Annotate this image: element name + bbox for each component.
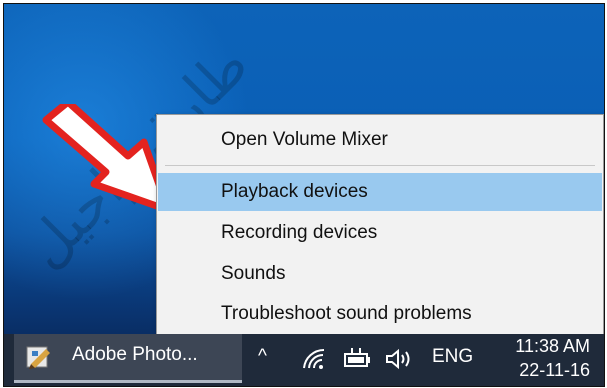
menu-item-open-volume-mixer[interactable]: Open Volume Mixer (158, 121, 602, 159)
screenshot-frame: طارق راجيل Open Volume Mixer Playback de… (3, 3, 605, 387)
taskbar-app-label: Adobe Photo... (72, 344, 198, 365)
menu-separator (165, 165, 595, 166)
context-menu: Open Volume Mixer Playback devices Recor… (156, 114, 604, 340)
menu-item-label: Playback devices (221, 181, 368, 202)
menu-item-troubleshoot[interactable]: Troubleshoot sound problems (158, 295, 602, 333)
red-arrow-icon (42, 104, 172, 214)
clock-date: 22-11-16 (519, 360, 590, 380)
speaker-icon[interactable] (384, 348, 414, 370)
wifi-icon[interactable] (302, 348, 328, 370)
taskbar-app-photoshop[interactable]: Adobe Photo... (14, 334, 242, 383)
chevron-up-icon[interactable]: ^ (258, 346, 267, 368)
menu-item-sounds[interactable]: Sounds (158, 255, 602, 293)
taskbar: Adobe Photo... ^ ENG 11:38 AM 22-11-16 (4, 334, 604, 386)
menu-item-label: Open Volume Mixer (221, 129, 388, 150)
menu-item-label: Sounds (221, 263, 286, 284)
menu-item-label: Troubleshoot sound problems (221, 303, 472, 324)
menu-item-label: Recording devices (221, 222, 378, 243)
clock[interactable]: 11:38 AM 22-11-16 (515, 334, 590, 382)
battery-icon[interactable] (342, 348, 372, 370)
photoshop-app-icon (26, 346, 50, 369)
language-indicator[interactable]: ENG (432, 346, 473, 368)
menu-item-playback-devices[interactable]: Playback devices (158, 173, 602, 211)
clock-time: 11:38 AM (515, 336, 590, 356)
menu-item-recording-devices[interactable]: Recording devices (158, 214, 602, 252)
